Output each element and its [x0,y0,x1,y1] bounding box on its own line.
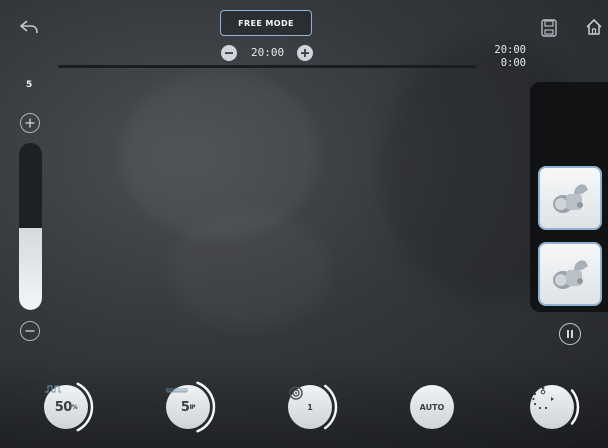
session-times: 20:00 0:00 [480,44,526,70]
applicator-card-2[interactable] [538,242,602,306]
session-progress-bar [58,65,476,68]
timer-decrease-button[interactable] [221,45,237,61]
applicator-card-1[interactable] [538,166,602,230]
frequency-dial[interactable]: 5IP [160,379,216,435]
power-unit: % [71,403,78,411]
pulse-wave-icon [45,385,61,393]
handpiece-dial-face: 1 [288,385,332,429]
pattern-dial-face [530,385,574,429]
pause-button[interactable] [559,323,581,345]
pause-icon [567,330,573,338]
home-icon[interactable] [583,17,605,37]
elapsed-time: 0:00 [500,57,526,69]
handpiece-value: 1 [307,402,313,412]
power-dial[interactable]: 50% [38,379,94,435]
handpiece-icon [553,260,588,289]
pattern-dial[interactable] [524,379,580,435]
power-value-row: 50% [55,401,78,414]
intensity-slider-fill [19,228,42,310]
intensity-slider[interactable] [19,143,42,310]
back-arrow-icon[interactable] [18,18,40,36]
frequency-unit: IP [189,403,196,411]
auto-mode-dial[interactable]: AUTO [404,379,460,435]
total-time: 20:00 [494,44,526,56]
frequency-value-row: 5IP [181,401,196,414]
minus-icon [225,52,233,54]
plus-icon [301,49,309,57]
timer-value: 20:00 [251,46,285,59]
treatment-screen: FREE MODE 20:00 20:00 0:00 5 50% 5IP 1 A… [0,0,608,448]
plus-circle-icon [25,118,35,128]
power-value: 50 [54,399,73,415]
intensity-decrease-button[interactable] [20,321,40,341]
spiral-icon [289,386,303,400]
rotation-pattern-icon [532,386,554,410]
handpiece-dial[interactable]: 1 [282,379,338,435]
intensity-increase-button[interactable] [20,113,40,133]
handpiece-icon [553,184,588,213]
power-dial-face: 50% [44,385,88,429]
intensity-level: 5 [26,80,33,90]
free-mode-button[interactable]: FREE MODE [220,10,312,36]
minus-circle-icon [25,330,35,332]
auto-mode-face: AUTO [410,385,454,429]
timer-increase-button[interactable] [297,45,313,61]
pulse-train-icon [166,388,188,393]
auto-mode-label: AUTO [419,402,445,412]
save-icon[interactable] [539,18,559,38]
background-photo-highlight [170,210,330,330]
frequency-dial-face: 5IP [166,385,210,429]
